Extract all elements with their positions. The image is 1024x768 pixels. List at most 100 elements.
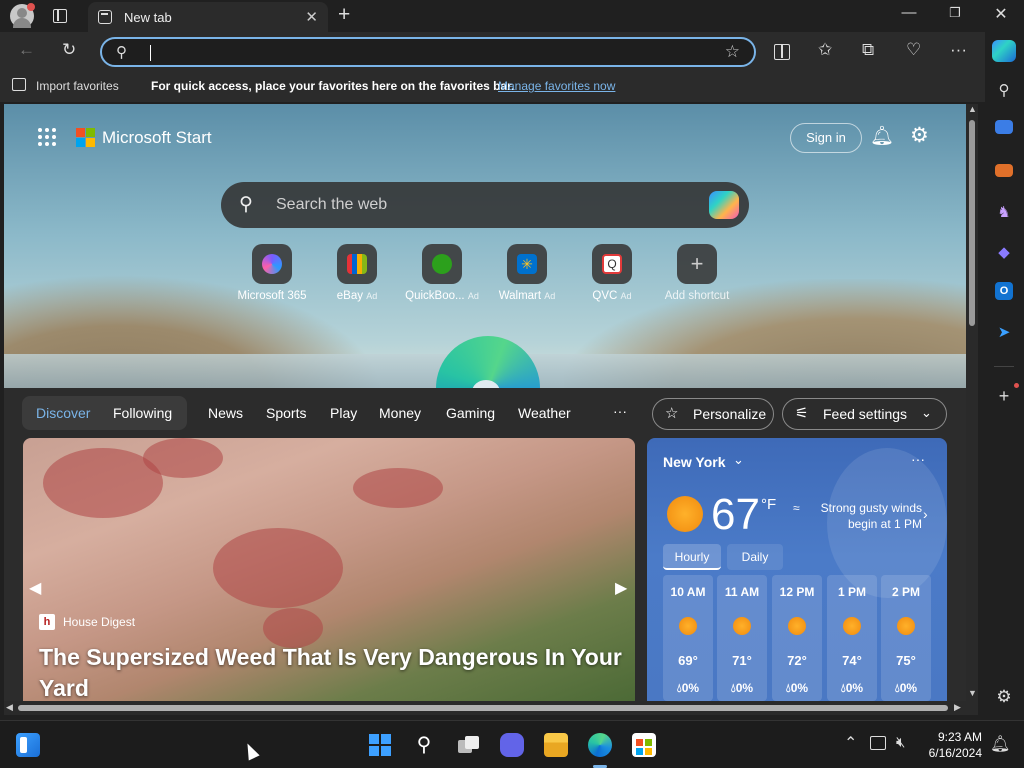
- tab-new-tab[interactable]: New tab ✕: [88, 2, 328, 32]
- address-bar[interactable]: ⚲ ☆: [100, 37, 756, 67]
- carousel-next-icon[interactable]: ▶: [615, 578, 627, 598]
- tab-daily[interactable]: Daily: [727, 544, 783, 570]
- web-search-box[interactable]: ⚲ Search the web: [221, 182, 749, 228]
- copilot-icon[interactable]: [709, 191, 739, 219]
- favorite-star-icon[interactable]: ☆: [725, 42, 740, 62]
- article-headline[interactable]: The Supersized Weed That Is Very Dangero…: [39, 642, 629, 701]
- tab-sports[interactable]: Sports: [266, 405, 306, 421]
- hourly-forecast-item[interactable]: 2 PM 75° 💧︎0%: [881, 575, 931, 701]
- favorites-bar: Import favorites For quick access, place…: [0, 72, 985, 102]
- shortcut-add[interactable]: + Add shortcut: [654, 244, 740, 308]
- scrollbar-thumb[interactable]: [18, 705, 948, 711]
- precip-value: 0%: [899, 681, 918, 695]
- temperature-unit[interactable]: °F: [761, 496, 776, 513]
- hourly-forecast-item[interactable]: 11 AM 71° 💧︎0%: [717, 575, 767, 701]
- shortcut-qvc[interactable]: Q QVC Ad: [569, 244, 655, 308]
- weather-card[interactable]: New York ⌄ ··· 67 °F ≈ Strong gusty wind…: [647, 438, 947, 701]
- start-icon[interactable]: [368, 733, 392, 757]
- search-icon[interactable]: ⚲: [412, 733, 436, 757]
- horizontal-scrollbar[interactable]: ◀ ▶: [4, 701, 978, 715]
- teams-chat-icon[interactable]: [500, 733, 524, 757]
- collections-icon[interactable]: ⧉: [862, 40, 874, 60]
- shopping-icon[interactable]: [995, 120, 1013, 134]
- tab-hourly[interactable]: Hourly: [663, 544, 721, 570]
- notifications-icon[interactable]: 🔔︎: [990, 734, 1010, 754]
- article-source[interactable]: House Digest: [63, 615, 135, 629]
- manage-favorites-link[interactable]: Manage favorites now: [498, 79, 615, 93]
- import-favorites-button[interactable]: Import favorites: [36, 79, 119, 93]
- tab-play[interactable]: Play: [330, 405, 357, 421]
- personalize-button[interactable]: ☆ Personalize: [652, 398, 774, 430]
- network-icon[interactable]: [870, 736, 886, 750]
- brand-title[interactable]: Microsoft Start: [102, 128, 212, 148]
- tab-discover[interactable]: Discover: [36, 405, 90, 421]
- new-tab-button[interactable]: +: [338, 3, 350, 27]
- more-tabs-icon[interactable]: ···: [613, 403, 627, 419]
- scroll-down-icon[interactable]: ▼: [968, 688, 977, 698]
- shortcut-quickbooks[interactable]: QuickBoo... Ad: [399, 244, 485, 308]
- tab-news[interactable]: News: [208, 405, 243, 421]
- volume-muted-icon[interactable]: 🔇︎: [896, 734, 905, 751]
- scroll-right-icon[interactable]: ▶: [954, 702, 961, 713]
- favorites-icon[interactable]: ✩: [818, 40, 832, 60]
- forecast-temp: 71°: [732, 653, 752, 668]
- tab-weather[interactable]: Weather: [518, 405, 571, 421]
- refresh-icon[interactable]: ↻: [62, 40, 76, 60]
- page-settings-icon[interactable]: ⚙: [910, 123, 929, 148]
- feed-settings-button[interactable]: ⚟ Feed settings ⌄: [782, 398, 947, 430]
- scroll-up-icon[interactable]: ▲: [968, 104, 977, 114]
- tab-following[interactable]: Following: [113, 405, 172, 421]
- games-icon[interactable]: ♞: [993, 202, 1015, 224]
- shortcut-ebay[interactable]: eBay Ad: [314, 244, 400, 308]
- shortcut-label-text: QuickBoo...: [405, 290, 465, 302]
- shortcut-microsoft-365[interactable]: Microsoft 365: [229, 244, 315, 308]
- close-icon[interactable]: ✕: [978, 4, 1024, 24]
- add-icon[interactable]: +: [993, 385, 1015, 407]
- search-icon[interactable]: ⚲: [993, 80, 1015, 102]
- tab-gaming[interactable]: Gaming: [446, 405, 495, 421]
- app-launcher-icon[interactable]: [38, 128, 56, 146]
- scroll-left-icon[interactable]: ◀: [6, 702, 13, 713]
- minimize-icon[interactable]: —: [886, 4, 932, 21]
- microsoft-365-icon[interactable]: ◆: [993, 242, 1015, 264]
- vertical-scrollbar[interactable]: ▲ ▼: [966, 104, 978, 701]
- task-view-icon[interactable]: [456, 733, 480, 757]
- tab-money[interactable]: Money: [379, 405, 421, 421]
- carousel-prev-icon[interactable]: ◀: [29, 578, 41, 598]
- outlook-icon[interactable]: O: [995, 282, 1013, 300]
- hourly-forecast-item[interactable]: 12 PM 72° 💧︎0%: [772, 575, 822, 701]
- tab-close-icon[interactable]: ✕: [305, 8, 318, 26]
- hourly-forecast-item[interactable]: 10 AM 69° 💧︎0%: [663, 575, 713, 701]
- chevron-down-icon[interactable]: ⌄: [733, 452, 744, 468]
- browser-essentials-icon[interactable]: ♡: [906, 40, 921, 60]
- ad-badge: Ad: [620, 291, 632, 301]
- hourly-forecast-item[interactable]: 1 PM 74° 💧︎0%: [827, 575, 877, 701]
- send-icon[interactable]: ➤: [993, 322, 1015, 344]
- more-options-icon[interactable]: ···: [911, 451, 925, 467]
- copilot-icon[interactable]: [992, 40, 1016, 62]
- restore-icon[interactable]: ❐: [932, 5, 978, 21]
- file-explorer-icon[interactable]: [544, 733, 568, 757]
- sidebar-settings-icon[interactable]: ⚙: [993, 686, 1015, 708]
- tab-actions-icon[interactable]: [53, 9, 67, 23]
- hero-article-card[interactable]: ◀ ▶ h House Digest The Supersized Weed T…: [23, 438, 635, 701]
- system-clock[interactable]: 9:23 AM 6/16/2024: [926, 729, 982, 761]
- show-hidden-icons-icon[interactable]: ⌃: [844, 733, 857, 753]
- settings-more-icon[interactable]: ···: [950, 40, 967, 60]
- forecast-temp: 72°: [787, 653, 807, 668]
- shortcut-walmart[interactable]: ✳ Walmart Ad: [484, 244, 570, 308]
- profile-avatar[interactable]: [10, 3, 35, 28]
- back-icon[interactable]: ←: [18, 40, 35, 60]
- scrollbar-thumb[interactable]: [969, 120, 975, 326]
- widgets-icon[interactable]: [16, 733, 40, 757]
- weather-city[interactable]: New York: [663, 454, 726, 470]
- edge-icon[interactable]: [588, 733, 612, 757]
- weather-description[interactable]: Strong gusty winds begin at 1 PM: [807, 500, 922, 532]
- notifications-bell-icon[interactable]: 🔔︎: [870, 124, 894, 148]
- tools-icon[interactable]: [995, 164, 1013, 177]
- precip-value: 0%: [681, 681, 700, 695]
- split-screen-icon[interactable]: [774, 44, 790, 60]
- sign-in-button[interactable]: Sign in: [790, 123, 862, 153]
- microsoft-store-icon[interactable]: [632, 733, 656, 757]
- chevron-right-icon[interactable]: ›: [923, 506, 928, 522]
